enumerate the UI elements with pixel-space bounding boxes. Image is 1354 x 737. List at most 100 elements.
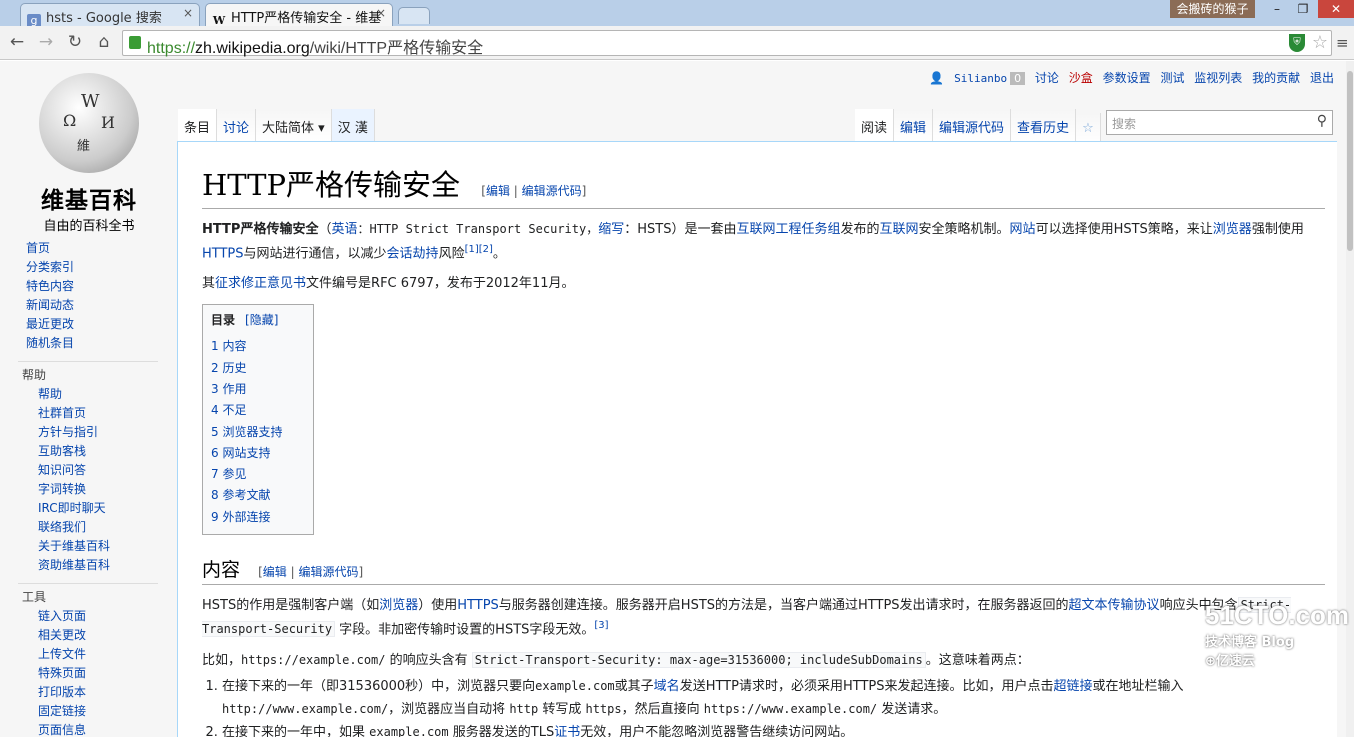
- sidebar-item-special-pages[interactable]: 特殊页面: [18, 664, 158, 683]
- tab-read[interactable]: 阅读: [855, 109, 895, 141]
- link-abbreviation[interactable]: 缩写: [598, 222, 624, 237]
- maximize-icon[interactable]: ❐: [1290, 0, 1316, 18]
- wikipedia-logo[interactable]: W Ω И 維 维基百科 自由的百科全书: [30, 73, 148, 234]
- tab-wikipedia[interactable]: W HTTP严格传输安全 - 维基 ×: [205, 3, 393, 26]
- tab-edit[interactable]: 编辑: [894, 109, 934, 141]
- toc-item[interactable]: 7 参见: [211, 464, 305, 485]
- sidebar-item-main-page[interactable]: 首页: [18, 239, 158, 258]
- user-link[interactable]: Silianbo: [954, 72, 1007, 85]
- sidebar-item-upload[interactable]: 上传文件: [18, 645, 158, 664]
- toc-item[interactable]: 8 参考文献: [211, 485, 305, 506]
- browser-profile-badge[interactable]: 会搬砖的猴子: [1170, 0, 1255, 18]
- sidebar-item-news[interactable]: 新闻动态: [18, 296, 158, 315]
- logout-link[interactable]: 退出: [1310, 71, 1334, 85]
- sidebar-item-about[interactable]: 关于维基百科: [18, 537, 158, 556]
- sidebar-help-heading[interactable]: 帮助: [18, 361, 158, 385]
- sandbox-link[interactable]: 沙盒: [1069, 71, 1093, 85]
- edit-link[interactable]: 编辑: [263, 565, 287, 579]
- sidebar-item-recent-changes[interactable]: 最近更改: [18, 315, 158, 334]
- link-https[interactable]: HTTPS: [202, 246, 244, 261]
- variant-dropdown[interactable]: 大陆简体 ▾: [256, 109, 332, 141]
- link-rfc[interactable]: 征求修正意见书: [215, 276, 306, 291]
- link-internet[interactable]: 互联网: [880, 222, 919, 237]
- forward-arrow-icon[interactable]: →: [35, 32, 57, 52]
- scrollbar-thumb[interactable]: [1347, 71, 1353, 251]
- sidebar-item-irc[interactable]: IRC即时聊天: [18, 499, 158, 518]
- link-http[interactable]: 超文本传输协议: [1069, 598, 1160, 613]
- sidebar-item-reference-desk[interactable]: 知识问答: [18, 461, 158, 480]
- edit-link[interactable]: 编辑: [486, 184, 510, 198]
- section-heading: 内容 [编辑 | 编辑源代码]: [202, 555, 1325, 585]
- contributions-link[interactable]: 我的贡献: [1252, 71, 1300, 85]
- tab-article[interactable]: 条目: [178, 109, 218, 141]
- wikipedia-favicon-icon: W: [212, 14, 226, 26]
- new-tab-button[interactable]: [398, 7, 430, 24]
- sidebar-item-categories[interactable]: 分类索引: [18, 258, 158, 277]
- browser-tabstrip: g hsts - Google 搜索 × W HTTP严格传输安全 - 维基 × 会…: [0, 0, 1354, 26]
- link-certificate[interactable]: 证书: [554, 725, 580, 737]
- toc-hide-toggle[interactable]: [隐藏]: [245, 313, 278, 327]
- sidebar-item-what-links-here[interactable]: 链入页面: [18, 607, 158, 626]
- link-browser[interactable]: 浏览器: [1213, 222, 1252, 237]
- toc-item[interactable]: 2 历史: [211, 358, 305, 379]
- reference-link[interactable]: [3]: [594, 620, 608, 631]
- page-scrollbar[interactable]: [1346, 61, 1354, 737]
- sidebar-item-permalink[interactable]: 固定链接: [18, 702, 158, 721]
- link-session-hijacking[interactable]: 会话劫持: [387, 246, 439, 261]
- search-icon[interactable]: ⚲: [1317, 113, 1327, 129]
- edit-source-link[interactable]: 编辑源代码: [298, 565, 358, 579]
- link-website[interactable]: 网站: [1010, 222, 1036, 237]
- tab-google-search[interactable]: g hsts - Google 搜索 ×: [20, 3, 200, 26]
- watchlist-link[interactable]: 监视列表: [1194, 71, 1242, 85]
- sidebar-item-contact[interactable]: 联络我们: [18, 518, 158, 537]
- sidebar-tools-heading[interactable]: 工具: [18, 583, 158, 607]
- preferences-link[interactable]: 参数设置: [1103, 71, 1151, 85]
- toc-item[interactable]: 9 外部连接: [211, 507, 305, 528]
- link-ietf[interactable]: 互联网工程任务组: [736, 222, 840, 237]
- toc-item[interactable]: 5 浏览器支持: [211, 422, 305, 443]
- toc-item[interactable]: 1 内容: [211, 336, 305, 357]
- browser-menu-icon[interactable]: ≡: [1336, 34, 1349, 52]
- test-link[interactable]: 测试: [1160, 71, 1184, 85]
- window-close-icon[interactable]: ✕: [1318, 0, 1354, 18]
- minimize-icon[interactable]: –: [1264, 0, 1290, 18]
- toc-item[interactable]: 4 不足: [211, 400, 305, 421]
- sidebar-item-print[interactable]: 打印版本: [18, 683, 158, 702]
- sidebar-item-conversion[interactable]: 字词转换: [18, 480, 158, 499]
- tab-talk[interactable]: 讨论: [217, 109, 257, 141]
- toc-item[interactable]: 6 网站支持: [211, 443, 305, 464]
- sidebar-item-help[interactable]: 帮助: [18, 385, 158, 404]
- tab-edit-source[interactable]: 编辑源代码: [933, 109, 1012, 141]
- back-arrow-icon[interactable]: ←: [6, 32, 28, 52]
- link-https[interactable]: HTTPS: [457, 598, 499, 613]
- sidebar-item-featured[interactable]: 特色内容: [18, 277, 158, 296]
- personal-talk-link[interactable]: 讨论: [1035, 71, 1059, 85]
- toc-item[interactable]: 3 作用: [211, 379, 305, 400]
- bookmark-star-icon[interactable]: ☆: [1312, 32, 1328, 53]
- close-tab-icon[interactable]: ×: [376, 6, 386, 20]
- sidebar-item-page-info[interactable]: 页面信息: [18, 721, 158, 737]
- link-english[interactable]: 英语: [331, 222, 357, 237]
- search-input[interactable]: 搜索 ⚲: [1106, 110, 1333, 135]
- link-browser[interactable]: 浏览器: [379, 598, 418, 613]
- sidebar-item-village-pump[interactable]: 互助客栈: [18, 442, 158, 461]
- reference-link[interactable]: [1][2]: [465, 244, 493, 255]
- link-domain[interactable]: 域名: [654, 679, 680, 694]
- sidebar-item-random[interactable]: 随机条目: [18, 334, 158, 353]
- reload-icon[interactable]: ↻: [64, 32, 86, 52]
- url-text[interactable]: https://zh.wikipedia.org/wiki/HTTP严格传输安全: [147, 34, 483, 58]
- sidebar-item-donate[interactable]: 资助维基百科: [18, 556, 158, 575]
- close-tab-icon[interactable]: ×: [183, 6, 193, 20]
- link-hyperlink[interactable]: 超链接: [1053, 679, 1092, 694]
- shield-extension-icon[interactable]: ⛨: [1289, 34, 1305, 52]
- section-edit-links: [编辑 | 编辑源代码]: [258, 565, 364, 579]
- home-icon[interactable]: ⌂: [93, 32, 115, 52]
- sidebar-item-policies[interactable]: 方针与指引: [18, 423, 158, 442]
- notification-badge[interactable]: 0: [1010, 72, 1026, 85]
- sidebar-item-community[interactable]: 社群首页: [18, 404, 158, 423]
- han-variant-toggle[interactable]: 汉 漢: [331, 109, 375, 141]
- edit-source-link[interactable]: 编辑源代码: [522, 184, 582, 198]
- tab-history[interactable]: 查看历史: [1011, 109, 1077, 141]
- sidebar-item-related-changes[interactable]: 相关更改: [18, 626, 158, 645]
- address-bar[interactable]: https://zh.wikipedia.org/wiki/HTTP严格传输安全…: [122, 30, 1332, 58]
